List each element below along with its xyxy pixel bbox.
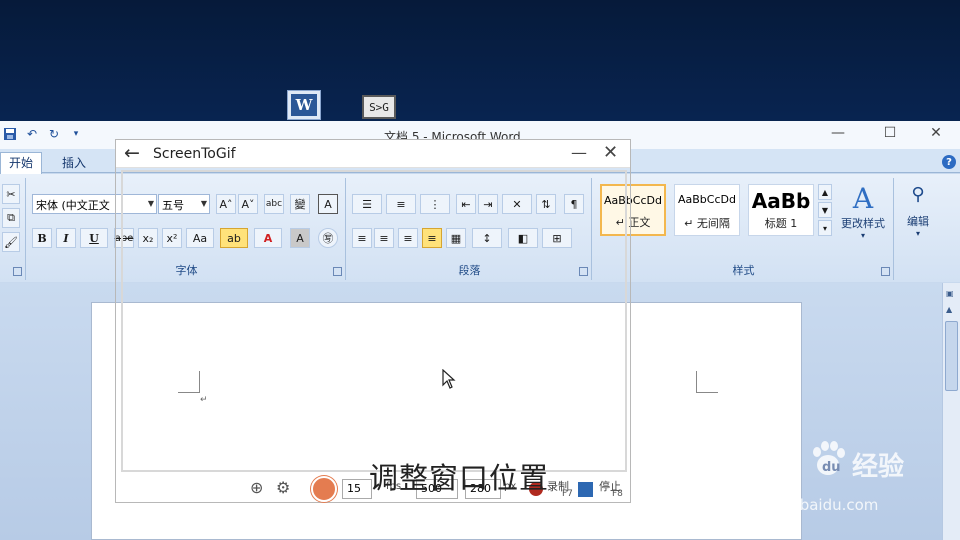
snapshot-icon[interactable] [311, 476, 337, 502]
svg-text:du: du [822, 460, 841, 475]
customize-qat-icon[interactable]: ▾ [68, 126, 84, 142]
margin-corner-right [696, 371, 718, 393]
clipboard-group: ✂ ⧉ 🖌 [0, 178, 26, 280]
styles-scroll-up-icon[interactable]: ▲ [818, 184, 832, 200]
watermark-url: jingyan.baidu.com [740, 496, 879, 514]
maximize-button[interactable]: ☐ [880, 125, 900, 141]
change-styles-icon: A [852, 182, 874, 215]
record-shortcut: F7 [562, 489, 573, 499]
close-button[interactable]: ✕ [926, 125, 946, 141]
back-arrow-icon[interactable]: ← [124, 142, 140, 164]
styles-launcher-icon[interactable] [881, 267, 890, 276]
format-painter-icon[interactable]: 🖌 [2, 232, 20, 252]
style-name: ↵ 无间隔 [684, 217, 730, 230]
stop-icon[interactable] [578, 482, 593, 497]
change-styles-label: 更改样式 [841, 217, 885, 230]
style-no-spacing[interactable]: AaBbCcDd ↵ 无间隔 [674, 184, 740, 236]
tutorial-caption: 调整窗口位置 [369, 461, 550, 495]
quick-access-toolbar: ↶ ↻ ▾ [2, 126, 84, 142]
styles-group: AaBbCcDd ↵ 正文 AaBbCcDd ↵ 无间隔 AaBb 标题 1 ▲… [594, 178, 894, 280]
italic-button[interactable]: I [56, 228, 76, 248]
word-logo-icon: W [291, 94, 317, 116]
editing-button[interactable]: ⚲ 编辑 ▾ [899, 184, 937, 238]
screentogif-minimize-button[interactable]: — [571, 143, 587, 162]
tab-insert[interactable]: 插入 [54, 153, 94, 173]
screentogif-title: ScreenToGif [153, 146, 236, 162]
minimize-button[interactable]: — [828, 125, 848, 141]
screentogif-window: ← ScreenToGif — ✕ ⊕ ⚙ 15 fps 500 280 px … [115, 139, 631, 503]
styles-group-label: 样式 [732, 264, 755, 277]
style-heading-1[interactable]: AaBb 标题 1 [748, 184, 814, 236]
redo-icon[interactable]: ↻ [46, 126, 62, 142]
baidu-paw-icon: du [813, 441, 845, 475]
save-icon[interactable] [2, 126, 18, 142]
settings-gear-icon[interactable]: ⚙ [276, 478, 290, 497]
style-preview: AaBb [751, 189, 811, 213]
tab-home[interactable]: 开始 [0, 152, 43, 174]
copy-icon[interactable]: ⧉ [2, 208, 20, 228]
styles-more-icon[interactable]: ▾ [818, 220, 832, 236]
screentogif-titlebar: ← ScreenToGif — ✕ [116, 140, 630, 168]
watermark-brand: Bai [740, 440, 801, 480]
binoculars-icon: ⚲ [911, 184, 925, 205]
style-name: 标题 1 [764, 217, 798, 230]
baidu-watermark: Bai du 经验 jingyan.baidu.com [740, 438, 950, 522]
font-name-value: 宋体 (中文正文 [36, 199, 110, 212]
stop-shortcut: F8 [612, 489, 623, 499]
desktop-screentogif-icon[interactable]: S>G [362, 95, 396, 119]
watermark-brand-cn: 经验 [852, 452, 905, 482]
chevron-down-icon: ▾ [860, 231, 865, 240]
fps-input[interactable]: 15 [342, 479, 372, 499]
editing-label: 编辑 [907, 215, 929, 228]
styles-scroll-down-icon[interactable]: ▼ [818, 202, 832, 218]
underline-button[interactable]: U [80, 228, 108, 248]
style-preview: AaBbCcDd [678, 193, 736, 206]
chevron-down-icon: ▾ [915, 229, 920, 238]
screentogif-close-button[interactable]: ✕ [603, 142, 618, 163]
scrollbar-thumb[interactable] [945, 321, 958, 391]
ruler-toggle-icon[interactable]: ▣ [946, 289, 954, 298]
bold-button[interactable]: B [32, 228, 52, 248]
help-icon[interactable]: ? [942, 155, 956, 169]
editing-group: ⚲ 编辑 ▾ [897, 178, 939, 280]
clipboard-launcher-icon[interactable] [13, 267, 22, 276]
undo-icon[interactable]: ↶ [24, 126, 40, 142]
capture-region[interactable] [121, 170, 627, 472]
desktop-word-icon[interactable]: W [287, 90, 321, 120]
cut-icon[interactable]: ✂ [2, 184, 20, 204]
crosshair-icon[interactable]: ⊕ [250, 478, 263, 497]
change-styles-button[interactable]: A 更改样式 ▾ [836, 182, 890, 240]
scroll-up-icon[interactable]: ▲ [946, 305, 952, 314]
